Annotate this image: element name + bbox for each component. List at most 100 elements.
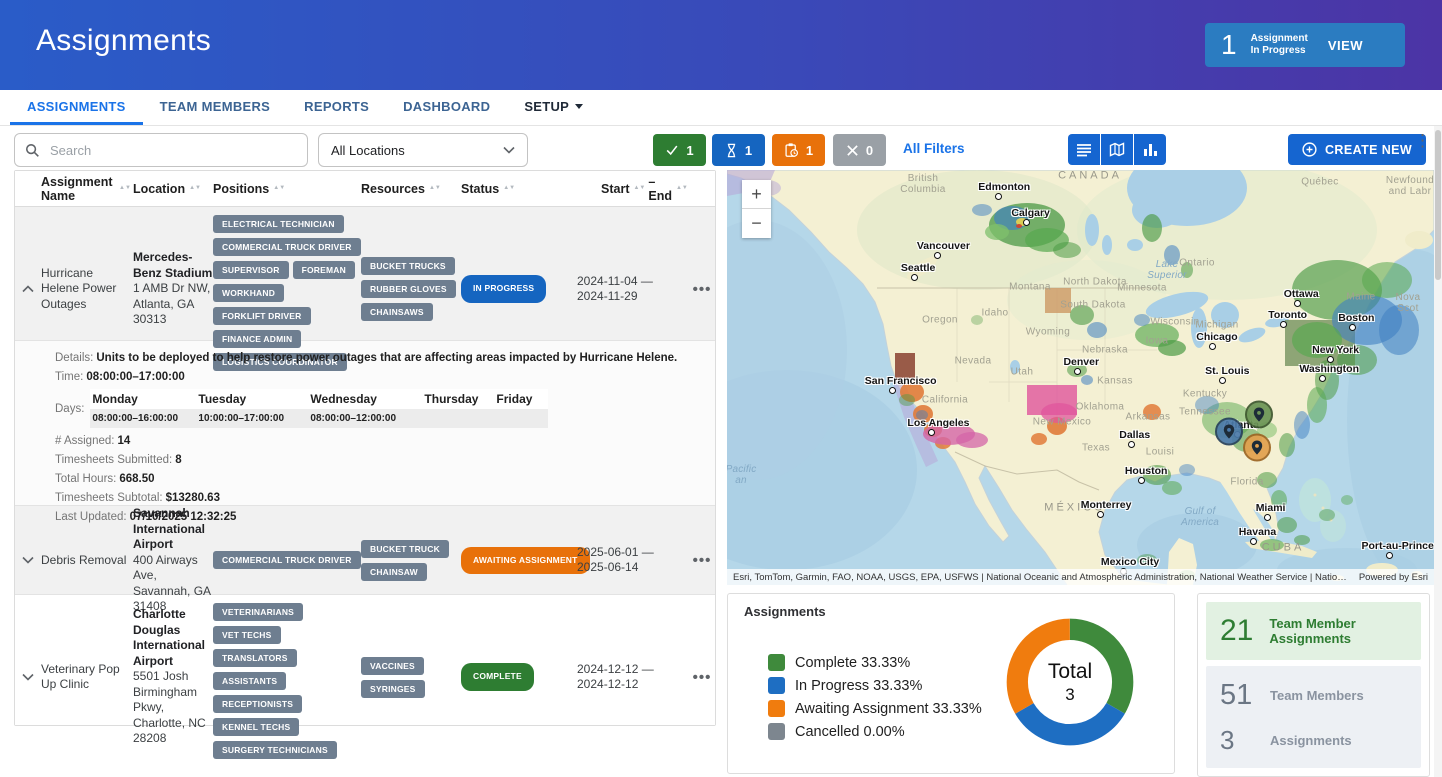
resource-chip: SYRINGES <box>361 680 425 698</box>
filter-in-progress-button[interactable]: 1 <box>712 134 765 166</box>
map-region-label: Montana <box>1009 282 1051 293</box>
map-region-label: Arkansas <box>1126 412 1171 423</box>
col-resources[interactable]: Resources▲▼ <box>361 182 461 196</box>
position-chip: ELECTRICAL TECHNICIAN <box>213 215 344 233</box>
tab-team-members[interactable]: TEAM MEMBERS <box>143 90 288 125</box>
tab-reports[interactable]: REPORTS <box>287 90 386 125</box>
location-select[interactable]: All Locations <box>318 133 528 167</box>
legend-label: Complete 33.33% <box>795 655 910 671</box>
map-region-label: Minnesota <box>1117 283 1167 294</box>
legend-item: Cancelled 0.00% <box>768 723 982 740</box>
filter-cancelled-button[interactable]: 0 <box>833 134 886 166</box>
legend-swatch <box>768 677 785 694</box>
chart-title: Assignments <box>744 604 826 619</box>
row-details: Details:Units to be deployed to help res… <box>15 340 715 505</box>
date-range: 2024-11-04 —2024-11-29 <box>577 207 687 371</box>
chart-view-button[interactable] <box>1134 134 1166 165</box>
city-dot-icon <box>934 252 941 259</box>
city-dot-icon <box>1023 219 1030 226</box>
chevron-down-icon <box>503 146 515 154</box>
map-view-button[interactable] <box>1101 134 1133 165</box>
page-scrollbar <box>1434 126 1442 777</box>
map-pin-complete-charlotte[interactable] <box>1244 400 1274 435</box>
tab-setup[interactable]: SETUP <box>507 90 600 125</box>
scrollbar-thumb[interactable] <box>1435 130 1441 280</box>
day-hours <box>494 409 548 428</box>
toolbar-overflow-menu[interactable]: ⋮ <box>1414 136 1428 145</box>
table-row[interactable]: Hurricane Helene Power Outages Mercedes-… <box>15 207 715 340</box>
day-hours: 10:00:00–17:00:00 <box>196 409 308 428</box>
status-badge: AWAITING ASSIGNMENT <box>461 547 590 575</box>
summary-stats-card: 21 Team Member Assignments 51 Team Membe… <box>1197 593 1430 777</box>
expand-row-button[interactable] <box>15 595 41 759</box>
assignments-table: Assignment Name▲▼ Location▲▼ Positions▲▼… <box>14 170 716 726</box>
all-filters-link[interactable]: All Filters <box>903 141 965 156</box>
hourglass-icon <box>725 143 738 158</box>
toolbar: All Locations 1 1 1 0 <box>0 126 1442 174</box>
table-row[interactable]: Debris Removal Savannah International Ai… <box>15 505 715 594</box>
col-location[interactable]: Location▲▼ <box>133 182 213 196</box>
city-dot-icon <box>1209 343 1216 350</box>
resource-chip: VACCINES <box>361 657 424 675</box>
stat-assignments: 3 Assignments <box>1220 725 1407 756</box>
city-dot-icon <box>1327 356 1334 363</box>
filter-complete-button[interactable]: 1 <box>653 134 706 166</box>
assignments-chart-card: Assignments Complete 33.33%In Progress 3… <box>727 593 1175 774</box>
positions-list: ELECTRICAL TECHNICIAN COMMERCIAL TRUCK DR… <box>213 207 361 371</box>
city-dot-icon <box>1319 375 1326 382</box>
city-dot-icon <box>1128 441 1135 448</box>
collapse-row-button[interactable] <box>15 207 41 371</box>
in-progress-label: Assignment In Progress <box>1251 33 1308 57</box>
position-chip: COMMERCIAL TRUCK DRIVER <box>213 551 361 569</box>
col-status[interactable]: Status▲▼ <box>461 182 577 196</box>
zoom-in-button[interactable]: + <box>742 180 771 209</box>
map-region-label: Nevada <box>955 356 992 367</box>
col-start-end[interactable]: Start▲▼–End▲▼ <box>577 175 687 203</box>
search-icon <box>25 143 40 158</box>
assignments-map[interactable]: CANADABritish ColumbiaQuébecNewfound and… <box>727 170 1434 585</box>
search-input[interactable] <box>48 142 297 159</box>
day-header: Thursday <box>422 389 494 409</box>
city-dot-icon <box>1264 514 1271 521</box>
tab-assignments[interactable]: ASSIGNMENTS <box>10 90 143 125</box>
map-region-label: Wisconsin <box>1150 317 1199 328</box>
position-chip: SURGERY TECHNICIANS <box>213 741 337 759</box>
table-row[interactable]: Veterinary Pop Up Clinic Charlotte Dougl… <box>15 594 715 725</box>
position-chip: COMMERCIAL TRUCK DRIVER <box>213 238 361 256</box>
create-new-button[interactable]: CREATE NEW <box>1288 134 1426 165</box>
chevron-up-icon <box>22 285 34 293</box>
day-header: Wednesday <box>308 389 422 409</box>
map-pin-awaiting-savannah[interactable] <box>1242 433 1272 468</box>
in-progress-count: 1 <box>1221 29 1237 61</box>
view-button[interactable]: VIEW <box>1328 38 1363 53</box>
row-menu-button[interactable]: ••• <box>687 207 717 371</box>
map-pin-in-progress-atlanta[interactable] <box>1214 417 1244 452</box>
row-menu-button[interactable]: ••• <box>687 595 717 759</box>
map-region-label: Nebraska <box>1082 345 1128 356</box>
bar-chart-icon <box>1143 143 1158 157</box>
positions-list: VETERINARIANSVET TECHSTRANSLATORSASSISTA… <box>213 595 329 759</box>
tab-dashboard[interactable]: DASHBOARD <box>386 90 507 125</box>
col-positions[interactable]: Positions▲▼ <box>213 182 361 196</box>
filter-awaiting-button[interactable]: 1 <box>772 134 825 166</box>
col-assignment-name[interactable]: Assignment Name▲▼ <box>41 175 133 203</box>
map-attribution: Esri, TomTom, Garmin, FAO, NOAA, USGS, E… <box>727 569 1434 585</box>
resource-chip: CHAINSAW <box>361 563 427 581</box>
in-progress-widget[interactable]: 1 Assignment In Progress VIEW <box>1205 23 1405 67</box>
position-chip: KENNEL TECHS <box>213 718 299 736</box>
status-badge: IN PROGRESS <box>461 275 546 303</box>
city-dot-icon <box>1097 511 1104 518</box>
legend-item: Awaiting Assignment 33.33% <box>768 700 982 717</box>
position-chip: RECEPTIONISTS <box>213 695 302 713</box>
map-region-label: Lake Superior <box>1147 259 1186 281</box>
map-region-label: Idaho <box>981 308 1008 319</box>
location-pin-icon <box>1214 417 1244 447</box>
list-view-button[interactable] <box>1068 134 1100 165</box>
day-header: Tuesday <box>196 389 308 409</box>
position-chip: FOREMAN <box>293 261 355 279</box>
map-region-label: Oregon <box>922 315 958 326</box>
zoom-out-button[interactable]: − <box>742 209 771 238</box>
position-chip: FINANCE ADMIN <box>213 330 301 348</box>
position-chip: SUPERVISOR <box>213 261 289 279</box>
powered-by-esri: Powered by Esri <box>1359 572 1428 583</box>
